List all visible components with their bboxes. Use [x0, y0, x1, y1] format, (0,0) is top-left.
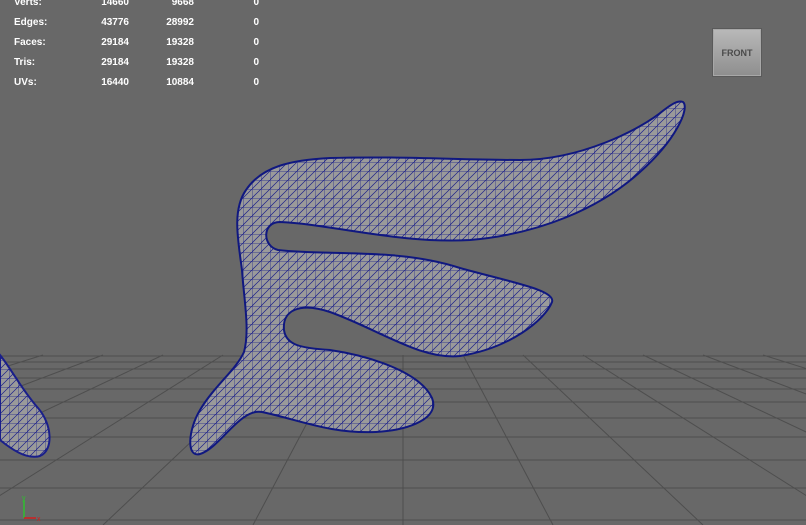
hud-value: 9668 [171, 0, 194, 8]
hud-label: Edges: [14, 17, 48, 28]
mesh-e-shape[interactable] [189, 100, 686, 456]
hud-value: 0 [253, 17, 259, 28]
hud-label: Faces: [14, 37, 46, 48]
hud-value: 19328 [166, 37, 194, 48]
hud-value: 10884 [166, 77, 194, 88]
hud-value: 0 [253, 77, 259, 88]
hud-value: 43776 [101, 17, 129, 28]
hud-row: UVs: 16440 10884 0 [14, 73, 259, 93]
hud-row: Verts: 14660 9668 0 [14, 0, 259, 13]
hud-label: Tris: [14, 57, 36, 68]
hud-value: 16440 [101, 77, 129, 88]
hud-value: 14660 [101, 0, 129, 8]
grid-line [582, 354, 806, 496]
mesh-left-fragment[interactable] [0, 353, 51, 458]
viewcube-label: FRONT [721, 47, 753, 58]
hud-label: Verts: [14, 0, 42, 8]
3d-viewport[interactable]: Verts: 14660 9668 0 Edges: 43776 28992 0 Faces: 2… [0, 0, 806, 525]
axis-gizmo-icon: y x [22, 495, 41, 523]
hud-row: Faces: 29184 19328 0 [14, 33, 259, 53]
hud-value: 0 [253, 0, 259, 8]
hud-label: UVs: [14, 77, 37, 88]
x-axis-label: x [37, 516, 41, 523]
grid-line [462, 354, 554, 525]
hud-value: 29184 [101, 57, 129, 68]
mesh-object[interactable] [0, 100, 686, 458]
grid-line [522, 354, 704, 525]
hud-row: Tris: 29184 19328 0 [14, 53, 259, 73]
hud-value: 28992 [166, 17, 194, 28]
grid-line [642, 354, 806, 433]
hud-row: Edges: 43776 28992 0 [14, 13, 259, 33]
y-axis-label: y [22, 495, 26, 502]
hud-value: 19328 [166, 57, 194, 68]
hud-value: 29184 [101, 37, 129, 48]
viewcube[interactable]: FRONT [712, 28, 762, 77]
hud-value: 0 [253, 37, 259, 48]
hud-value: 0 [253, 57, 259, 68]
poly-count-hud: Verts: 14660 9668 0 Edges: 43776 28992 0 Faces: 2… [14, 0, 259, 93]
